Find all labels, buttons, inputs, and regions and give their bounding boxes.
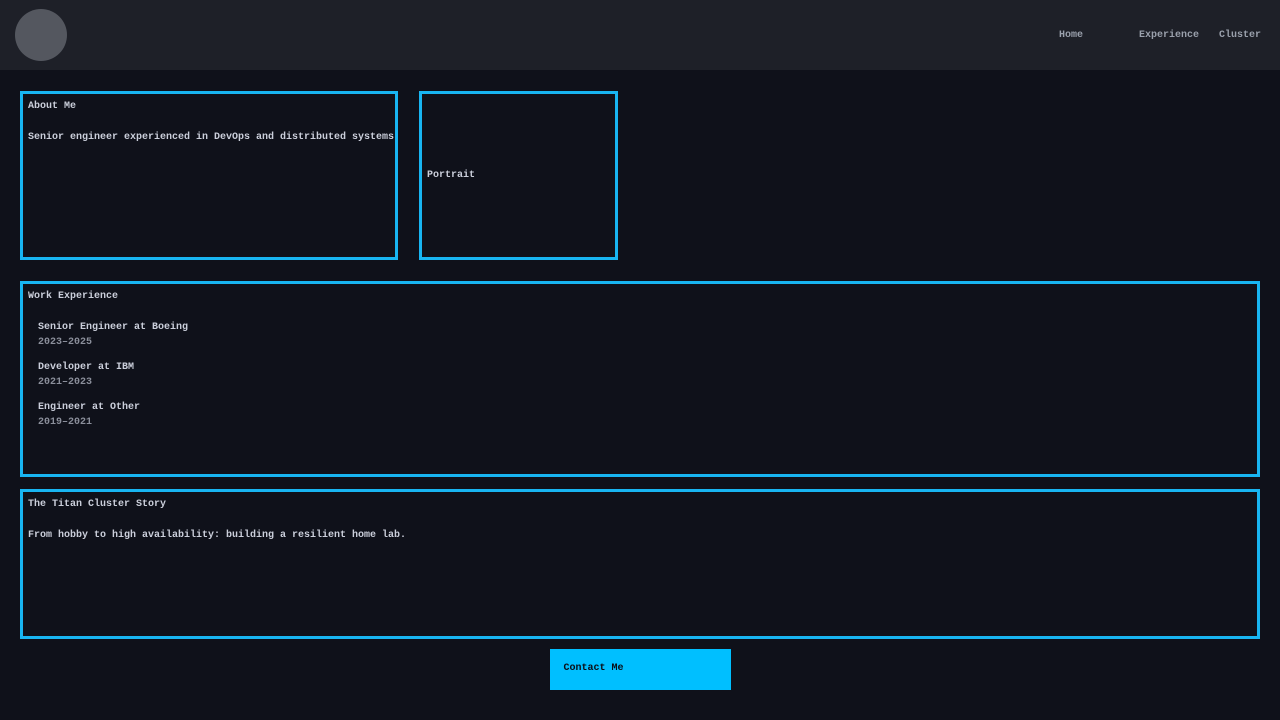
experience-entry: Senior Engineer at Boeing 2023–2025: [38, 320, 1252, 350]
cluster-story-card: The Titan Cluster Story From hobby to hi…: [20, 489, 1260, 639]
portrait-card: Portrait: [419, 91, 618, 260]
contact-button[interactable]: Contact Me: [550, 649, 731, 690]
main-content: About Me Senior engineer experienced in …: [0, 91, 1280, 690]
contact-button-row: Contact Me: [20, 649, 1260, 690]
work-experience-title: Work Experience: [28, 289, 1252, 304]
navbar: Home Experience Cluster: [0, 0, 1280, 70]
experience-years: 2021–2023: [38, 375, 1252, 390]
about-card: About Me Senior engineer experienced in …: [20, 91, 398, 260]
experience-role: Engineer at Other: [38, 400, 1252, 415]
avatar[interactable]: [15, 9, 67, 61]
experience-entry: Developer at IBM 2021–2023: [38, 360, 1252, 390]
cluster-story-body: From hobby to high availability: buildin…: [28, 528, 1252, 543]
nav-link-cluster[interactable]: Cluster: [1219, 28, 1261, 43]
experience-entry: Engineer at Other 2019–2021: [38, 400, 1252, 430]
work-experience-card: Work Experience Senior Engineer at Boein…: [20, 281, 1260, 477]
portrait-placeholder: Portrait: [427, 170, 475, 181]
experience-role: Senior Engineer at Boeing: [38, 320, 1252, 335]
about-body: Senior engineer experienced in DevOps an…: [28, 130, 390, 145]
top-row: About Me Senior engineer experienced in …: [20, 91, 1260, 260]
experience-role: Developer at IBM: [38, 360, 1252, 375]
about-title: About Me: [28, 99, 390, 114]
nav-links: Home Experience Cluster: [1059, 28, 1261, 43]
cluster-story-title: The Titan Cluster Story: [28, 497, 1252, 512]
nav-link-home[interactable]: Home: [1059, 28, 1083, 43]
experience-years: 2023–2025: [38, 335, 1252, 350]
experience-years: 2019–2021: [38, 415, 1252, 430]
nav-link-experience[interactable]: Experience: [1139, 28, 1199, 43]
